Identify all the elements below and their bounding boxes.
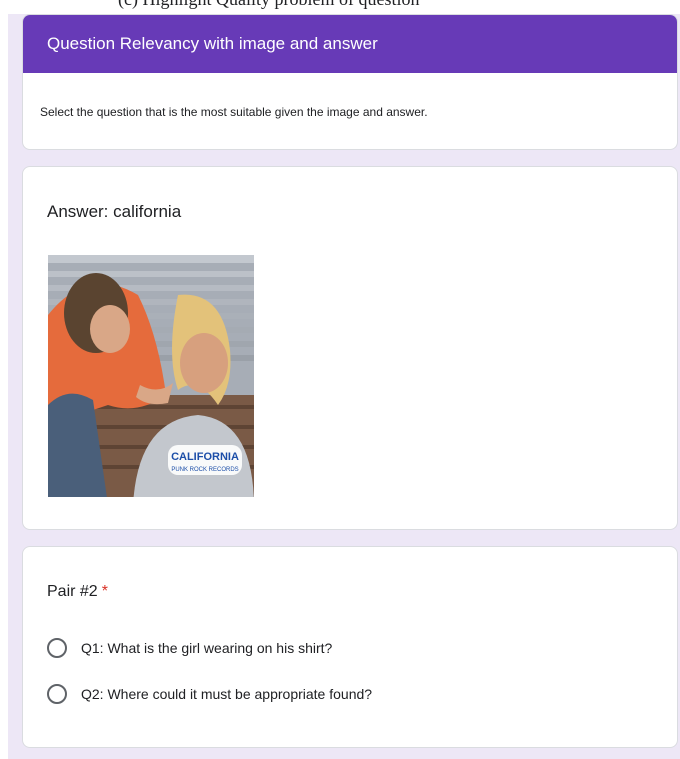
pair-title-text: Pair #2 <box>47 583 98 600</box>
radio-option-label-q1: Q1: What is the girl wearing on his shir… <box>81 640 333 656</box>
page-top-caption-strip: (c) Highlight Quality problem of questio… <box>0 0 680 14</box>
radio-button-q1[interactable] <box>47 638 67 658</box>
radio-button-q2[interactable] <box>47 684 67 704</box>
answer-card: Answer: california CALIFORNIA PUNK ROCK … <box>22 166 678 530</box>
radio-option-label-q2: Q2: Where could it must be appropriate f… <box>81 686 373 702</box>
radio-option-q1[interactable]: Q1: What is the girl wearing on his shir… <box>47 637 332 659</box>
answer-title: Answer: california <box>47 202 182 221</box>
page-top-caption: (c) Highlight Quality problem of questio… <box>118 0 419 10</box>
form-header-card: Question Relevancy with image and answer… <box>22 14 678 150</box>
radio-option-q2[interactable]: Q2: Where could it must be appropriate f… <box>47 683 372 705</box>
header-band: Question Relevancy with image and answer <box>23 15 677 73</box>
shirt-text-line1: CALIFORNIA <box>171 451 239 463</box>
question-pair-card: Pair #2 * Q1: What is the girl wearing on… <box>22 546 678 748</box>
required-asterisk: * <box>101 583 108 600</box>
answer-photo: CALIFORNIA PUNK ROCK RECORDS <box>48 255 254 497</box>
shirt-text-line2: PUNK ROCK RECORDS <box>171 467 238 473</box>
form-title: Question Relevancy with image and answer <box>47 34 378 53</box>
form-description: Select the question that is the most sui… <box>40 105 428 119</box>
pair-title: Pair #2 * <box>47 583 108 601</box>
